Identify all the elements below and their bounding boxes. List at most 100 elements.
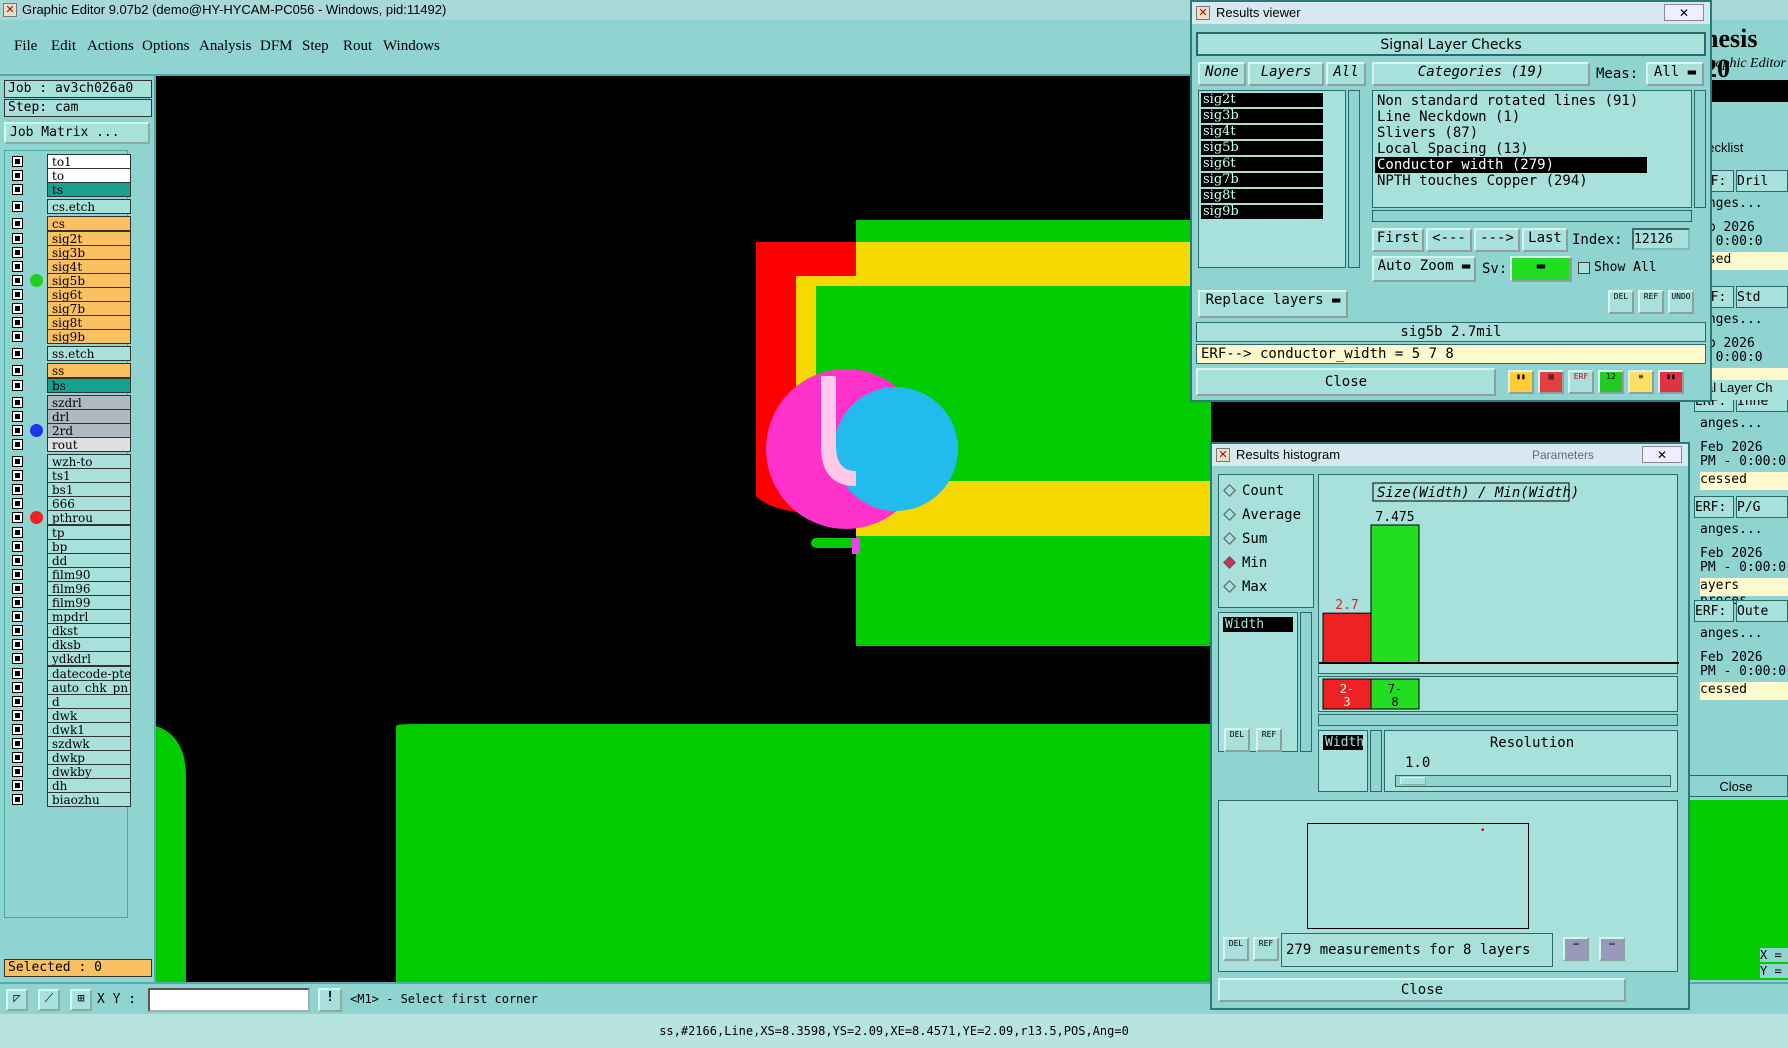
results-layer-list[interactable]: sig2t sig3b sig4t sig5b sig6t sig7b sig8t sig9b: [1198, 90, 1346, 268]
tool-select-icon[interactable]: ◸: [6, 989, 28, 1011]
layer-checkbox[interactable]: [12, 611, 23, 623]
layer-name[interactable]: sig5b: [47, 272, 131, 288]
layer-checkbox[interactable]: [12, 379, 23, 391]
layer-name[interactable]: sig9b: [47, 329, 131, 345]
layer-checkbox[interactable]: [12, 681, 23, 693]
layer-checkbox[interactable]: [12, 667, 23, 679]
layer-checkbox[interactable]: [12, 260, 23, 272]
layer-checkbox[interactable]: [12, 410, 23, 422]
layer-name[interactable]: sig3b: [47, 244, 131, 260]
chart-icon[interactable]: ▮▮: [1508, 370, 1534, 394]
histogram-icon[interactable]: ▮▮: [1658, 370, 1684, 394]
layer-row[interactable]: szdwk: [9, 736, 131, 751]
layer-row[interactable]: sig3b: [9, 244, 131, 260]
layer-row[interactable]: sig6t: [9, 286, 131, 302]
result-layer-item[interactable]: sig9b: [1201, 205, 1323, 219]
layer-row[interactable]: sig9b: [9, 329, 131, 345]
parameters-tab[interactable]: Parameters: [1532, 444, 1594, 466]
layer-row[interactable]: sig2t: [9, 230, 131, 246]
res-field-scrollbar[interactable]: [1370, 730, 1382, 792]
radio-diamond-icon[interactable]: [1223, 484, 1236, 497]
layer-name[interactable]: film90: [47, 566, 131, 582]
layer-checkbox[interactable]: [12, 597, 23, 608]
all-button[interactable]: All: [1326, 62, 1366, 86]
layer-checkbox[interactable]: [12, 274, 23, 286]
layer-row[interactable]: dwkp: [9, 750, 131, 766]
layer-name[interactable]: dkst: [47, 623, 131, 639]
layer-checkbox[interactable]: [12, 780, 23, 792]
layer-row[interactable]: ydkdrl: [9, 651, 131, 667]
autozoom-dropdown[interactable]: Auto Zoom ▬: [1372, 256, 1476, 282]
layer-row[interactable]: sig4t: [9, 258, 131, 274]
tool-measure-icon[interactable]: ⟋: [38, 989, 60, 1011]
result-layer-item[interactable]: sig8t: [1201, 189, 1323, 203]
category-item[interactable]: Slivers (87): [1375, 125, 1647, 141]
index-input[interactable]: [1632, 228, 1690, 250]
categories-header[interactable]: Categories (19): [1372, 62, 1590, 86]
layer-name[interactable]: sig4t: [47, 258, 131, 274]
layer-name[interactable]: sig6t: [47, 286, 131, 302]
radio-diamond-icon[interactable]: [1223, 532, 1236, 545]
layer-row[interactable]: sig7b: [9, 301, 131, 316]
none-button[interactable]: None: [1198, 62, 1246, 86]
layer-checkbox[interactable]: [12, 484, 23, 496]
layer-row[interactable]: film90: [9, 566, 131, 582]
layer-checkbox[interactable]: [12, 512, 23, 524]
layer-row[interactable]: dd: [9, 552, 131, 568]
result-layer-item[interactable]: sig5b: [1201, 141, 1323, 155]
layer-row[interactable]: 666: [9, 496, 131, 512]
undo-icon[interactable]: UNDO: [1668, 290, 1694, 314]
res-field-list[interactable]: Width: [1318, 730, 1368, 792]
layer-row[interactable]: bs: [9, 377, 131, 393]
layer-name[interactable]: dwkby: [47, 764, 131, 780]
layer-row[interactable]: 2rd: [9, 422, 131, 438]
graphic-canvas[interactable]: [156, 76, 1211, 982]
menu-actions[interactable]: Actions: [87, 38, 134, 55]
layer-row[interactable]: pthrou: [9, 510, 131, 526]
resolution-slider-thumb[interactable]: [1400, 777, 1426, 785]
replace-layers-dropdown[interactable]: Replace layers ▬: [1198, 290, 1348, 318]
last-button[interactable]: Last: [1522, 228, 1568, 252]
layer-row[interactable]: dwkby: [9, 764, 131, 780]
changes-button[interactable]: anges...: [1700, 312, 1780, 330]
histogram-bar[interactable]: [1370, 524, 1420, 664]
layer-checkbox[interactable]: [12, 498, 23, 510]
result-layer-item[interactable]: sig3b: [1201, 109, 1323, 123]
report-icon[interactable]: ▤: [1538, 370, 1564, 394]
overview-ref-icon[interactable]: REF: [1253, 937, 1279, 961]
ref-icon[interactable]: REF: [1638, 290, 1664, 314]
layer-name[interactable]: sig8t: [47, 315, 131, 331]
radio-diamond-icon[interactable]: [1223, 556, 1236, 569]
layer-row[interactable]: to1: [9, 154, 131, 169]
layer-row[interactable]: rout: [9, 436, 131, 452]
layer-checkbox[interactable]: [12, 201, 23, 213]
layer-row[interactable]: szdrl: [9, 394, 131, 410]
result-layer-item[interactable]: sig7b: [1201, 173, 1323, 187]
layer-checkbox[interactable]: [12, 456, 23, 467]
layer-row[interactable]: tp: [9, 524, 131, 540]
layer-name[interactable]: rout: [47, 436, 131, 452]
aggregate-radio-max[interactable]: Max: [1223, 579, 1267, 595]
overview-del-icon[interactable]: DEL: [1223, 937, 1249, 961]
layer-row[interactable]: mpdrl: [9, 609, 131, 625]
layer-checkbox[interactable]: [12, 232, 23, 244]
layer-row[interactable]: datecode-pte: [9, 665, 131, 681]
layer-name[interactable]: dwk1: [47, 721, 131, 737]
layer-name[interactable]: dwkp: [47, 750, 131, 766]
layer-row[interactable]: dkst: [9, 623, 131, 639]
layer-row[interactable]: dh: [9, 778, 131, 794]
menu-analysis[interactable]: Analysis: [199, 38, 252, 55]
layer-row[interactable]: auto_chk_pn: [9, 679, 131, 695]
result-layer-item[interactable]: sig6t: [1201, 157, 1323, 171]
layer-checkbox[interactable]: [12, 365, 23, 377]
notes-icon[interactable]: ≡: [1628, 370, 1654, 394]
layer-list-scrollbar[interactable]: [1348, 90, 1360, 268]
layer-name[interactable]: pthrou: [47, 510, 131, 526]
layer-checkbox[interactable]: [12, 695, 23, 707]
layer-row[interactable]: biaozhu: [9, 792, 131, 808]
prev-button[interactable]: <---: [1426, 228, 1472, 252]
meas-dropdown[interactable]: All ▬: [1646, 62, 1704, 86]
layer-row[interactable]: drl: [9, 408, 131, 424]
layer-row[interactable]: film96: [9, 580, 131, 596]
radio-diamond-icon[interactable]: [1223, 508, 1236, 521]
